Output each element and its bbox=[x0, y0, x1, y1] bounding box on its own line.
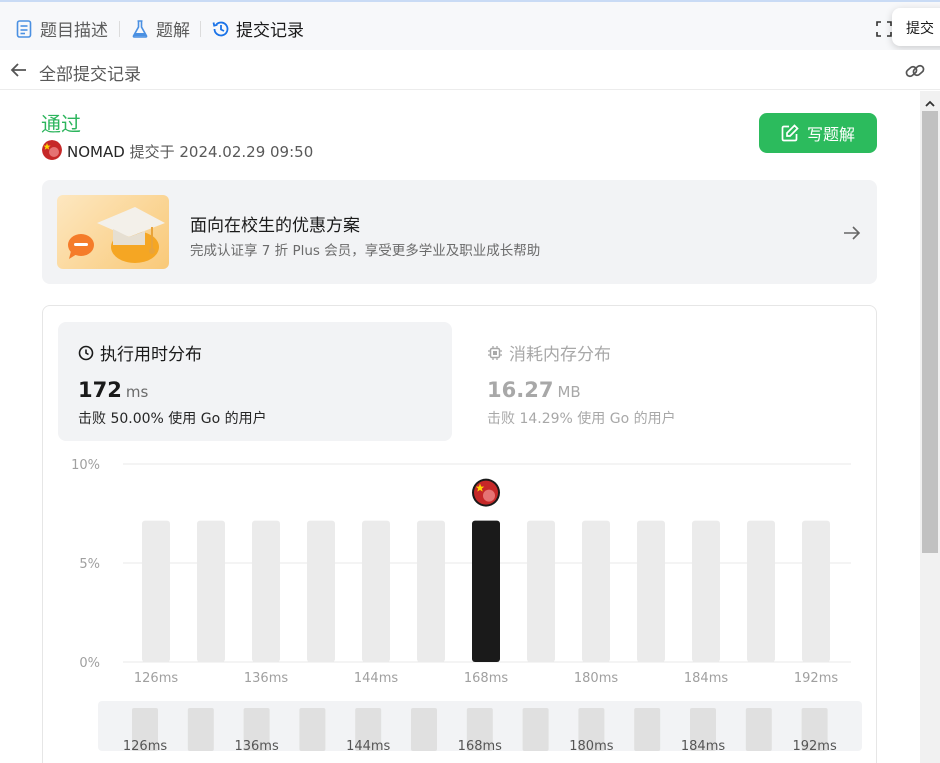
write-solution-button[interactable]: 写题解 bbox=[759, 113, 877, 153]
graduation-cap-illustration bbox=[57, 195, 169, 269]
submission-status: 通过 bbox=[41, 112, 81, 136]
arrow-right-icon[interactable] bbox=[842, 223, 862, 243]
minimap-tick-label: 126ms bbox=[123, 739, 167, 754]
tab-divider bbox=[200, 21, 201, 37]
minimap-bar bbox=[187, 708, 214, 751]
minimap-chart: 126ms 136ms 144ms 168ms 180ms 184ms 192ms bbox=[123, 708, 837, 754]
document-icon bbox=[16, 19, 34, 38]
flask-icon bbox=[132, 19, 150, 38]
link-icon[interactable] bbox=[904, 60, 926, 82]
promo-title: 面向在校生的优惠方案 bbox=[190, 216, 360, 236]
submitted-prefix: 提交于 bbox=[129, 143, 175, 161]
minimap-bar bbox=[745, 708, 772, 751]
minimap-bar bbox=[522, 708, 549, 751]
tab-solutions[interactable]: 题解 bbox=[132, 16, 190, 41]
submission-time: 2024.02.29 09:50 bbox=[179, 143, 314, 161]
user-name[interactable]: NOMAD bbox=[67, 143, 125, 161]
promo-subtitle: 完成认证享 7 折 Plus 会员，享受更多学业及职业成长帮助 bbox=[190, 243, 541, 259]
minimap-bar bbox=[411, 708, 437, 751]
minimap-tick-label: 180ms bbox=[569, 739, 613, 754]
fullscreen-icon[interactable] bbox=[876, 21, 892, 37]
minimap-tick-label: 144ms bbox=[346, 739, 390, 754]
performance-card: 执行用时分布 172 ms 击败 50.00% 使用 Go 的用户 消耗内存分布 … bbox=[42, 305, 877, 763]
all-submissions-link[interactable]: 全部提交记录 bbox=[39, 60, 141, 85]
history-icon bbox=[212, 20, 230, 38]
tab-label: 题解 bbox=[156, 21, 190, 41]
tooltip: 提交 bbox=[892, 8, 940, 46]
tab-label: 提交记录 bbox=[236, 21, 304, 41]
back-bar: 全部提交记录 bbox=[0, 50, 940, 90]
scrollbar[interactable] bbox=[920, 91, 940, 763]
minimap-bar bbox=[634, 708, 661, 751]
minimap-tick-label: 136ms bbox=[234, 739, 278, 754]
minimap-tick-label: 192ms bbox=[792, 739, 836, 754]
avatar[interactable] bbox=[42, 140, 62, 160]
minimap-bar bbox=[299, 708, 326, 751]
tab-submissions[interactable]: 提交记录 bbox=[212, 16, 304, 41]
tab-description[interactable]: 题目描述 bbox=[16, 16, 108, 41]
submission-meta: NOMAD 提交于 2024.02.29 09:50 bbox=[67, 141, 313, 162]
tab-label: 题目描述 bbox=[40, 21, 108, 41]
scroll-up-icon[interactable] bbox=[924, 95, 936, 107]
minimap-tick-label: 184ms bbox=[681, 739, 725, 754]
tab-bar: 题目描述 题解 提交记录 提交 bbox=[0, 0, 940, 50]
back-arrow-icon[interactable] bbox=[9, 60, 29, 80]
minimap-tick-label: 168ms bbox=[458, 739, 502, 754]
student-promo-banner[interactable]: 面向在校生的优惠方案 完成认证享 7 折 Plus 会员，享受更多学业及职业成长… bbox=[42, 180, 877, 284]
scroll-thumb[interactable] bbox=[922, 111, 938, 553]
edit-icon bbox=[781, 124, 799, 142]
write-solution-label: 写题解 bbox=[806, 125, 855, 144]
tab-divider bbox=[119, 21, 120, 37]
